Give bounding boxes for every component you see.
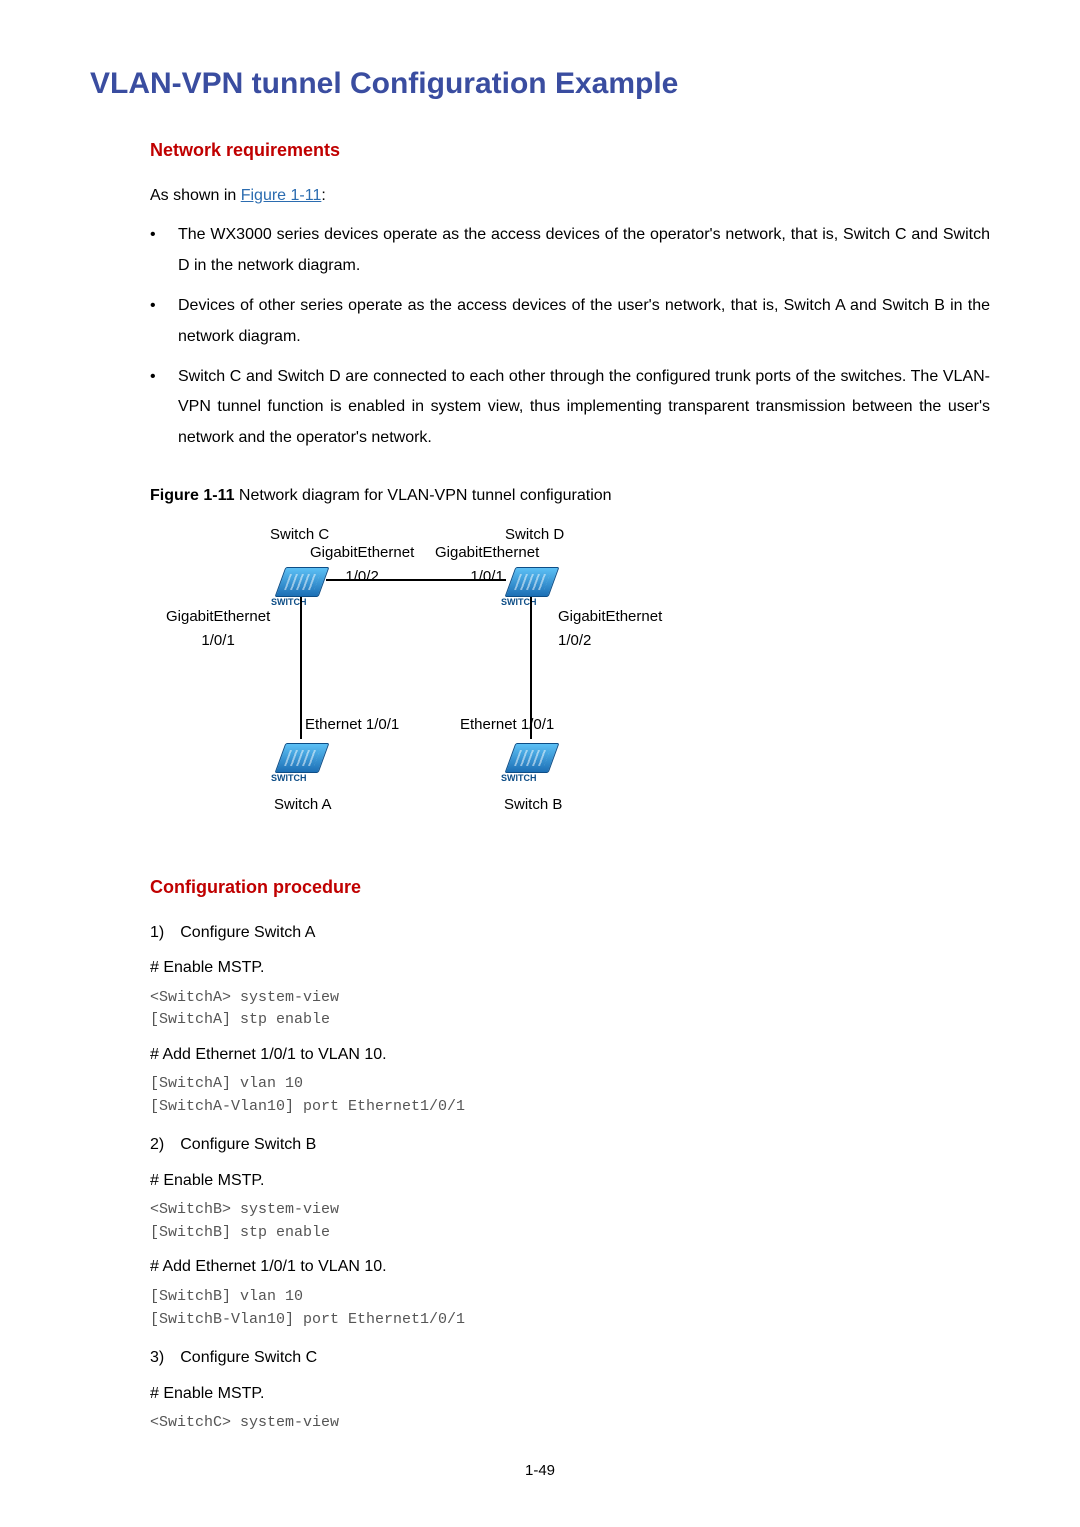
code-block: <SwitchB> system-view [SwitchB] stp enab… [150, 1199, 990, 1244]
label-switch-b: Switch B [504, 793, 562, 817]
step-comment: # Enable MSTP. [150, 1381, 990, 1407]
network-diagram: Switch C Switch D GigabitEthernet 1/0/2 … [150, 523, 710, 833]
switch-icon [505, 743, 560, 773]
step-comment: # Enable MSTP. [150, 955, 990, 981]
switch-icon [505, 567, 560, 597]
step-label: Configure Switch A [180, 924, 315, 941]
label-ge-c-101: GigabitEthernet 1/0/1 [166, 605, 270, 653]
step-item: 2)Configure Switch B [150, 1132, 990, 1158]
list-item: Devices of other series operate as the a… [150, 291, 990, 362]
label-ge-d-102: GigabitEthernet 1/0/2 [558, 605, 662, 653]
step-label: Configure Switch C [180, 1349, 317, 1366]
link-line [326, 579, 506, 581]
code-block: [SwitchB] vlan 10 [SwitchB-Vlan10] port … [150, 1286, 990, 1331]
figure-title: Network diagram for VLAN-VPN tunnel conf… [234, 487, 611, 504]
code-block: <SwitchC> system-view [150, 1412, 990, 1435]
figure-caption: Figure 1-11 Network diagram for VLAN-VPN… [90, 483, 990, 509]
figure-number: Figure 1-11 [150, 487, 234, 504]
list-item: Switch C and Switch D are connected to e… [150, 362, 990, 463]
page-number: 1-49 [90, 1459, 990, 1483]
label-ge-c-102: GigabitEthernet 1/0/2 [310, 541, 414, 589]
label-eth-b: Ethernet 1/0/1 [460, 713, 554, 737]
switch-icon [275, 567, 330, 597]
link-line [300, 597, 302, 739]
step-comment: # Add Ethernet 1/0/1 to VLAN 10. [150, 1042, 990, 1068]
step-number: 1) [150, 924, 180, 941]
label-switch-a: Switch A [274, 793, 332, 817]
step-item: 3)Configure Switch C [150, 1345, 990, 1371]
page-title: VLAN-VPN tunnel Configuration Example [90, 60, 990, 108]
step-number: 2) [150, 1136, 180, 1153]
step-number: 3) [150, 1349, 180, 1366]
step-comment: # Enable MSTP. [150, 1168, 990, 1194]
step-label: Configure Switch B [180, 1136, 316, 1153]
intro-prefix: As shown in [150, 187, 241, 204]
code-block: [SwitchA] vlan 10 [SwitchA-Vlan10] port … [150, 1073, 990, 1118]
config-steps: 1)Configure Switch A # Enable MSTP. <Swi… [90, 920, 990, 1435]
step-item: 1)Configure Switch A [150, 920, 990, 946]
switch-icon [275, 743, 330, 773]
list-item: The WX3000 series devices operate as the… [150, 220, 990, 291]
intro-text: As shown in Figure 1-11: [90, 183, 990, 209]
section-network-requirements: Network requirements [90, 136, 990, 165]
figure-link[interactable]: Figure 1-11 [241, 187, 322, 204]
step-comment: # Add Ethernet 1/0/1 to VLAN 10. [150, 1254, 990, 1280]
code-block: <SwitchA> system-view [SwitchA] stp enab… [150, 987, 990, 1032]
requirements-list: The WX3000 series devices operate as the… [90, 220, 990, 463]
label-eth-a: Ethernet 1/0/1 [305, 713, 399, 737]
intro-suffix: : [321, 187, 325, 204]
section-config-procedure: Configuration procedure [90, 873, 990, 902]
